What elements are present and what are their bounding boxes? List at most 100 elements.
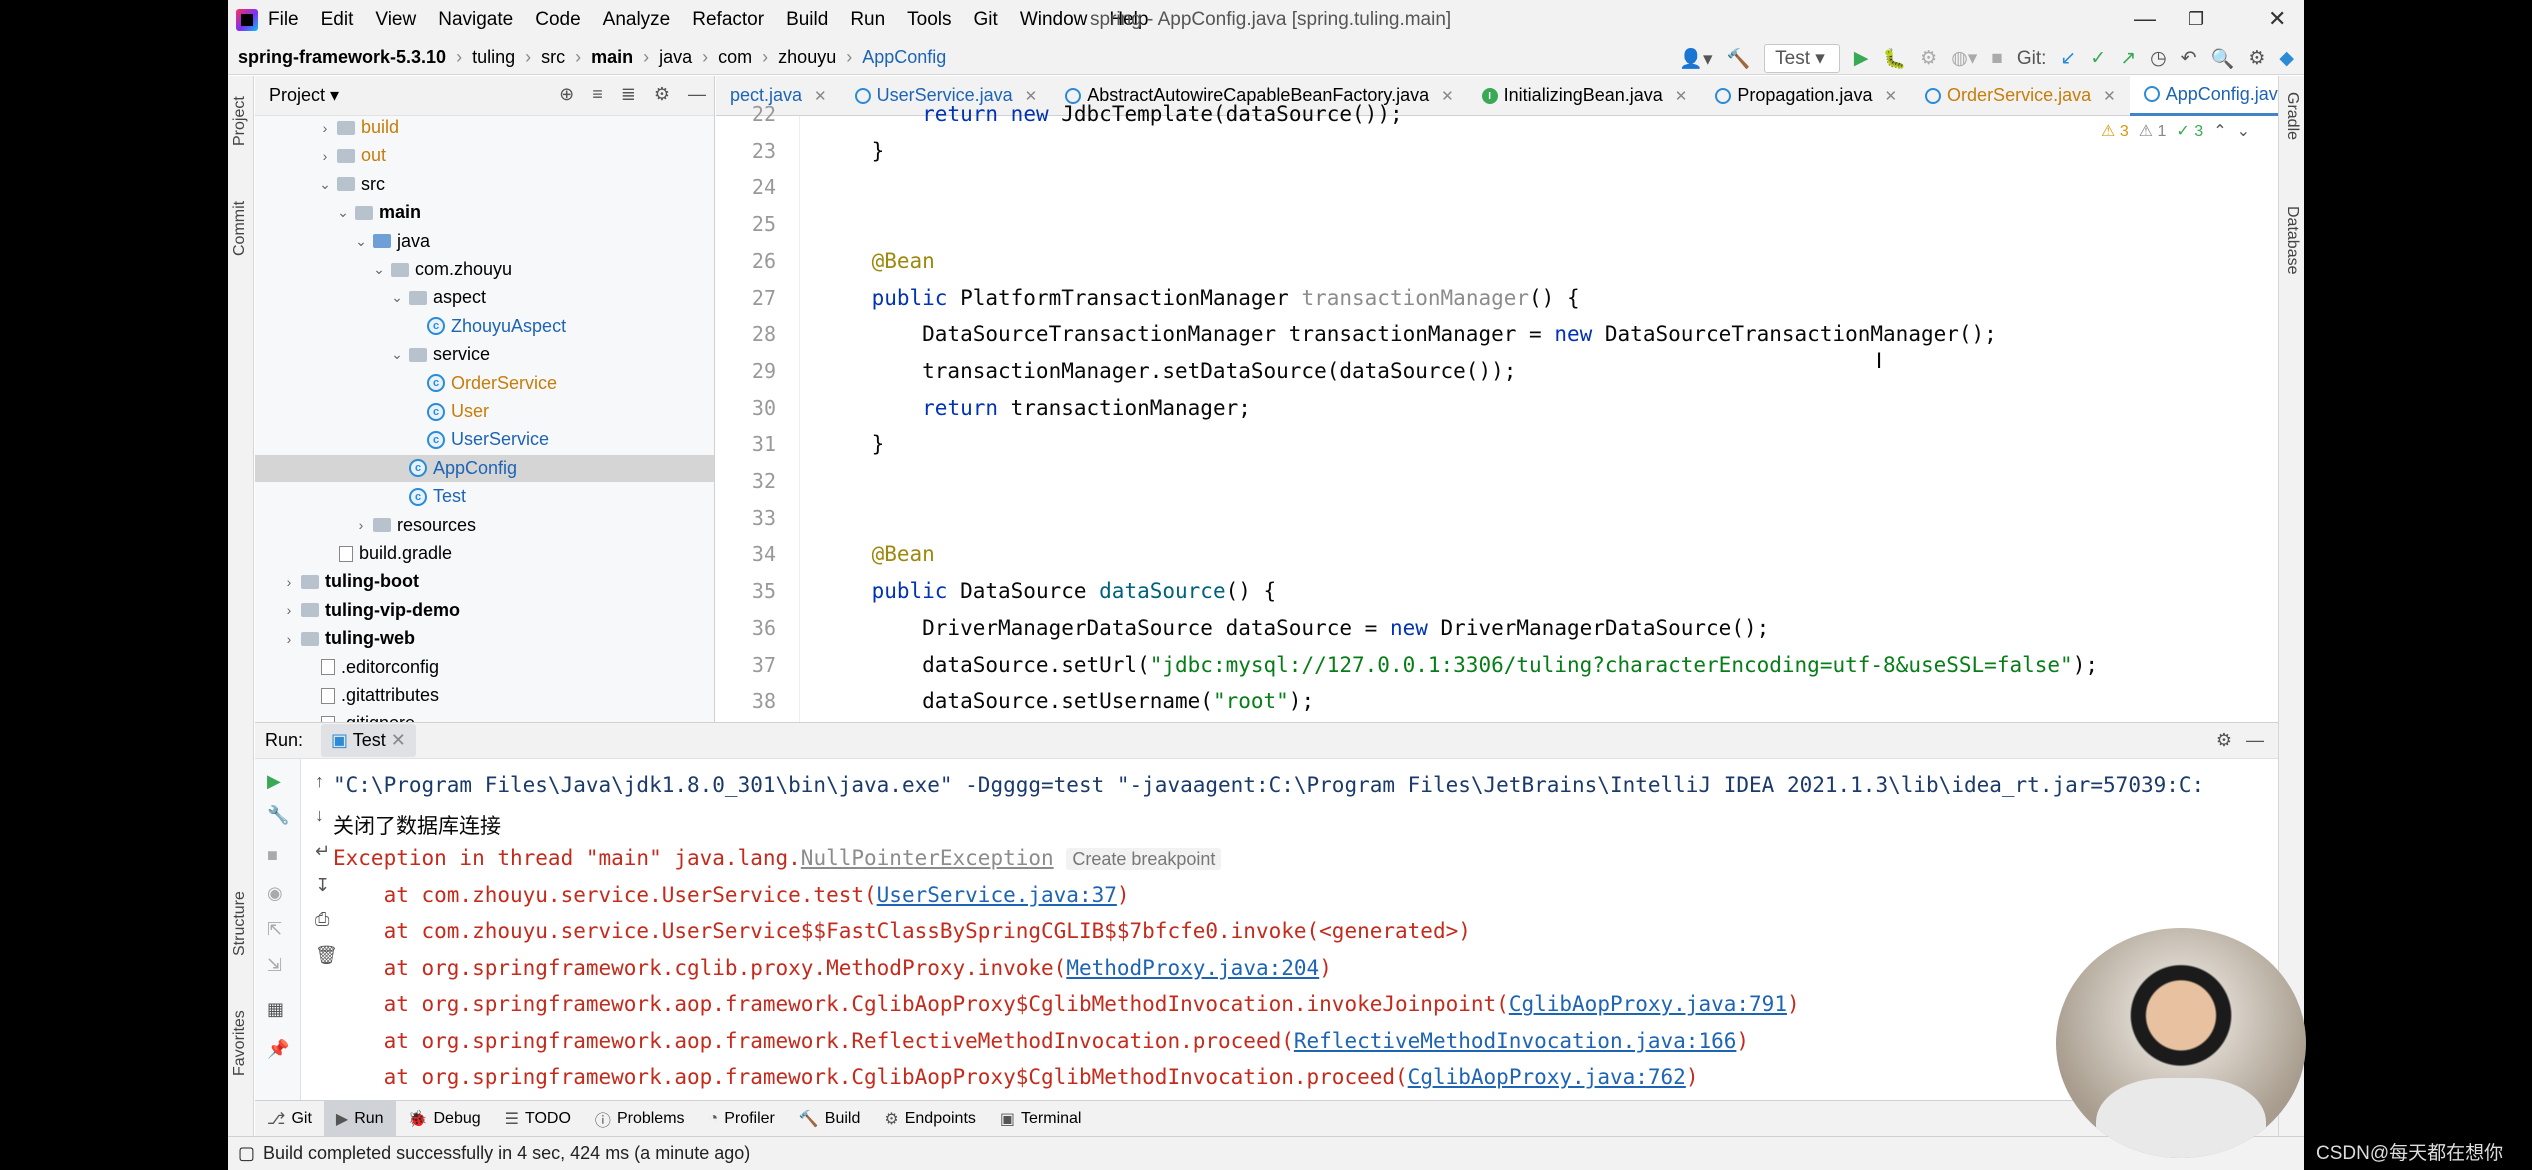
chevron-icon[interactable]: › [281,602,297,618]
print-icon[interactable]: ⎙ [315,909,329,930]
tree-item[interactable]: ⌄ service [255,341,714,368]
prev-highlight-icon[interactable]: ⌃ [2213,121,2226,141]
menu-refactor[interactable]: Refactor [692,9,764,30]
breadcrumb-item[interactable]: zhouyu [778,47,836,68]
tree-item[interactable]: › tuling-web [255,625,714,652]
git-update-icon[interactable]: ↙ [2060,47,2076,70]
tree-item[interactable]: ⌄ java [255,228,714,255]
next-highlight-icon[interactable]: ⌄ [2237,121,2250,141]
rollback-icon[interactable]: ↶ [2181,47,2197,70]
up-icon[interactable]: ↑ [315,771,324,792]
locate-icon[interactable]: ⊕ [559,84,574,105]
tree-item[interactable]: › resources [255,512,714,539]
editor-tab[interactable]: Propagation.java ✕ [1701,76,1911,116]
toolwindow-run[interactable]: ▶ Run [323,1100,396,1137]
toolwindow-todo[interactable]: ☰ TODO [493,1101,583,1137]
breadcrumb-item[interactable]: tuling [472,47,515,68]
chevron-icon[interactable]: ⌄ [389,289,405,306]
hide-icon[interactable]: — [2246,730,2264,751]
toolwindow-endpoints[interactable]: ⚙ Endpoints [872,1101,988,1137]
tree-item[interactable]: c UserService [255,426,714,453]
tree-item[interactable]: › tuling-boot [255,568,714,595]
expand-all-icon[interactable]: ≡ [592,84,603,105]
chevron-icon[interactable]: ⌄ [335,204,351,221]
collapse-all-icon[interactable]: ≣ [621,84,636,105]
run-configuration-select[interactable]: Test ▾ [1764,44,1840,73]
editor-tab[interactable]: OrderService.java ✕ [1911,76,2130,116]
menu-navigate[interactable]: Navigate [438,9,513,30]
chevron-icon[interactable]: ⌄ [317,176,333,193]
stop-icon[interactable]: ■ [1991,48,2002,70]
menu-git[interactable]: Git [974,9,998,30]
exit-icon[interactable]: ⇱ [267,919,282,940]
tree-item[interactable]: c Test [255,483,714,510]
tree-item[interactable]: ⌄ aspect [255,284,714,311]
chevron-icon[interactable]: ⌄ [353,233,369,250]
tree-item[interactable]: ⌄ com.zhouyu [255,256,714,283]
history-icon[interactable]: ◷ [2150,47,2167,70]
editor-tab[interactable]: I InitializingBean.java ✕ [1468,76,1702,116]
tree-item[interactable]: c User [255,398,714,425]
code-editor[interactable]: pect.java ✕ UserService.java ✕ AbstractAutow… [716,76,2278,722]
gear-icon[interactable]: ⚙ [2216,730,2232,751]
inspection-widget[interactable]: ⚠ 3 ⚠ 1 ✓ 3 ⌃ ⌄ [2101,121,2250,141]
coverage-icon[interactable]: ⚙ [1920,47,1937,70]
menu-tools[interactable]: Tools [907,9,951,30]
tree-item[interactable]: .gitattributes [255,682,714,709]
database-tool-tab[interactable]: Database [2283,206,2301,275]
gear-icon[interactable]: ⚙ [654,84,670,105]
hide-icon[interactable]: — [688,84,706,105]
close-tab-icon[interactable]: ✕ [1675,87,1688,105]
run-icon[interactable]: ▶ [1854,47,1869,70]
tree-item[interactable]: .editorconfig [255,654,714,681]
breadcrumb-item[interactable]: spring-framework-5.3.10 [238,47,446,68]
tree-item[interactable]: c OrderService [255,370,714,397]
tree-item[interactable]: › tuling-vip-demo [255,597,714,624]
login-icon[interactable]: ⇲ [267,955,282,976]
close-tab-icon[interactable]: ✕ [391,730,406,750]
gradle-tool-tab[interactable]: Gradle [2283,92,2301,140]
scroll-to-end-icon[interactable]: ↧ [315,875,330,896]
settings-icon[interactable]: ⚙ [2248,47,2265,70]
toolwindow-git[interactable]: ⎇ Git [255,1101,324,1137]
close-tab-icon[interactable]: ✕ [2103,87,2116,105]
menu-view[interactable]: View [375,9,416,30]
tree-item[interactable]: ⌄ main [255,199,714,226]
stop-icon[interactable]: ■ [267,845,278,866]
breadcrumb-item[interactable]: main [591,47,633,68]
menu-file[interactable]: File [268,9,299,30]
toolwindow-profiler[interactable]: ◔ Profiler [697,1101,787,1137]
close-tab-icon[interactable]: ✕ [1441,87,1454,105]
tree-item[interactable]: ⌄ src [255,171,714,198]
tree-item[interactable]: build.gradle [255,540,714,567]
chevron-icon[interactable]: › [353,517,369,533]
editor-tab[interactable]: AppConfig.java✕ [2129,76,2278,116]
run-tab-test[interactable]: ▣ Test ✕ [321,724,416,757]
git-commit-icon[interactable]: ✓ [2090,47,2106,70]
project-tool-tab[interactable]: Project [231,96,249,146]
menu-edit[interactable]: Edit [321,9,354,30]
toolwindow-debug[interactable]: 🐞 Debug [396,1101,493,1137]
menu-window[interactable]: Window [1020,9,1088,30]
tree-item[interactable]: c ZhouyuAspect [255,313,714,340]
toolwindow-problems[interactable]: ⓘ Problems [583,1101,697,1137]
breadcrumb-item[interactable]: src [541,47,565,68]
search-icon[interactable]: 🔍 [2211,47,2235,71]
menu-run[interactable]: Run [850,9,885,30]
structure-tool-tab[interactable]: Structure [231,891,249,956]
git-push-icon[interactable]: ↗ [2120,47,2136,70]
profile-icon[interactable]: ◍▾ [1951,47,1977,70]
toolwindow-terminal[interactable]: ▣ Terminal [988,1101,1094,1137]
hammer-icon[interactable]: 🔨 [1727,47,1751,71]
menu-code[interactable]: Code [535,9,580,30]
soft-wrap-icon[interactable]: ↵ [315,841,330,862]
rerun-icon[interactable]: ▶ [267,771,281,792]
layout-icon[interactable]: ▦ [267,999,284,1020]
breadcrumb-item[interactable]: AppConfig [862,47,946,68]
tree-item[interactable]: › build [255,114,714,141]
chevron-icon[interactable]: › [281,574,297,590]
menu-build[interactable]: Build [786,9,828,30]
down-icon[interactable]: ↓ [315,805,324,826]
menu-analyze[interactable]: Analyze [603,9,671,30]
chevron-icon[interactable]: › [317,148,333,164]
